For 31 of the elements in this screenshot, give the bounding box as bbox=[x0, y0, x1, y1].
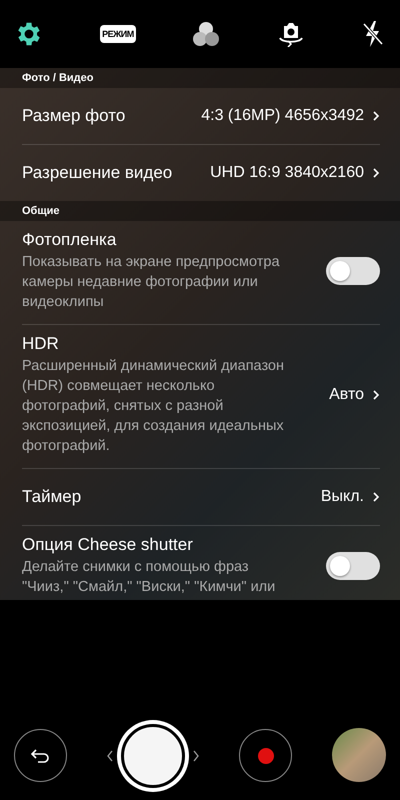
setting-value[interactable]: Выкл. bbox=[320, 488, 364, 506]
gallery-thumbnail-photo[interactable] bbox=[332, 728, 386, 782]
chevron-left-icon[interactable] bbox=[107, 750, 113, 762]
chevron-right-icon bbox=[372, 110, 380, 122]
setting-value[interactable]: UHD 16:9 3840x2160 bbox=[210, 164, 364, 182]
mode-button[interactable]: РЕЖИМ bbox=[100, 25, 136, 43]
setting-label: Таймер bbox=[22, 487, 82, 507]
setting-label: Размер фото bbox=[22, 106, 126, 126]
chevron-right-icon bbox=[372, 389, 380, 401]
setting-description: Показывать на экране предпросмотра камеры недавние фотографии или видеоклипы bbox=[22, 253, 281, 312]
back-arrow-icon bbox=[30, 748, 52, 764]
filter-circles-icon[interactable] bbox=[192, 21, 220, 47]
setting-description: Делайте снимки с помощью фраз "Чииз," "Смайл," "Виски," "Кимчи" или bbox=[22, 558, 276, 597]
chevron-right-icon bbox=[372, 167, 380, 179]
setting-description: Расширенный динамический диапазон (HDR) совмещает несколько фотографий, снятых с разной экспозицией, для создания идеальных фотографий. bbox=[22, 357, 286, 456]
setting-label: Разрешение видео bbox=[22, 163, 174, 183]
setting-value[interactable]: Авто bbox=[329, 386, 364, 404]
toggle-switch[interactable] bbox=[326, 257, 380, 285]
setting-label: HDR bbox=[22, 334, 60, 354]
toggle-switch[interactable] bbox=[326, 552, 380, 580]
section-header: Фото / Видео bbox=[0, 68, 400, 88]
record-dot-icon bbox=[258, 748, 274, 764]
setting-label: Опция Cheese shutter bbox=[22, 535, 194, 555]
record-button[interactable] bbox=[239, 729, 292, 782]
back-button[interactable] bbox=[14, 729, 67, 782]
setting-value[interactable]: 4:3 (16MP) 4656x3492 bbox=[201, 107, 364, 125]
chevron-right-icon bbox=[372, 491, 380, 503]
chevron-right-icon[interactable] bbox=[193, 750, 199, 762]
flash-off-icon[interactable] bbox=[362, 20, 384, 48]
setting-label: Фотопленка bbox=[22, 230, 118, 250]
section-header: Общие bbox=[0, 201, 400, 221]
